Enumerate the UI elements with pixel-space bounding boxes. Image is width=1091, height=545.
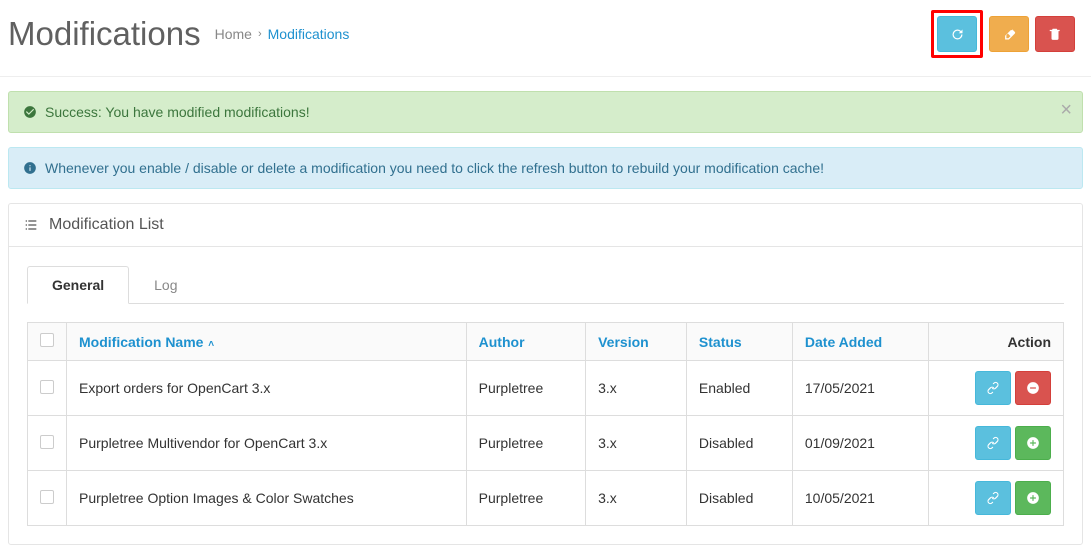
- row-status: Disabled: [686, 416, 792, 471]
- tabs: General Log: [27, 265, 1064, 304]
- info-circle-icon: [23, 161, 37, 175]
- sort-author[interactable]: Author: [479, 334, 525, 350]
- breadcrumb-current[interactable]: Modifications: [268, 26, 350, 42]
- header-status: Status: [686, 323, 792, 361]
- breadcrumb: Home › Modifications: [215, 26, 350, 42]
- modifications-table: Modification Name ˄ Author Version Statu…: [27, 322, 1064, 526]
- alert-info: Whenever you enable / disable or delete …: [8, 147, 1083, 189]
- row-version: 3.x: [586, 471, 687, 526]
- modification-panel: Modification List General Log Modificati…: [8, 203, 1083, 545]
- header-date: Date Added: [792, 323, 928, 361]
- disable-button[interactable]: [1015, 371, 1051, 405]
- row-checkbox-cell: [28, 471, 67, 526]
- panel-heading: Modification List: [9, 204, 1082, 247]
- table-row: Purpletree Multivendor for OpenCart 3.xP…: [28, 416, 1064, 471]
- row-version: 3.x: [586, 361, 687, 416]
- trash-icon: [1048, 27, 1062, 41]
- tab-general[interactable]: General: [27, 266, 129, 304]
- header-checkbox-col: [28, 323, 67, 361]
- row-name: Purpletree Option Images & Color Swatche…: [67, 471, 467, 526]
- row-date: 10/05/2021: [792, 471, 928, 526]
- row-checkbox[interactable]: [40, 490, 54, 504]
- enable-button[interactable]: [1015, 426, 1051, 460]
- tab-log[interactable]: Log: [129, 266, 202, 304]
- row-name: Purpletree Multivendor for OpenCart 3.x: [67, 416, 467, 471]
- header-version: Version: [586, 323, 687, 361]
- row-action: [929, 416, 1064, 471]
- sort-date[interactable]: Date Added: [805, 334, 882, 350]
- page-header: Modifications Home › Modifications: [0, 0, 1091, 77]
- eraser-icon: [1002, 27, 1017, 42]
- row-date: 01/09/2021: [792, 416, 928, 471]
- link-button[interactable]: [975, 371, 1011, 405]
- sort-name[interactable]: Modification Name ˄: [79, 334, 214, 350]
- plus-circle-icon: [1026, 491, 1040, 505]
- sort-version[interactable]: Version: [598, 334, 649, 350]
- link-icon: [986, 436, 1000, 450]
- breadcrumb-separator: ›: [258, 28, 262, 40]
- plus-circle-icon: [1026, 436, 1040, 450]
- minus-circle-icon: [1026, 381, 1040, 395]
- panel-body: General Log Modification Name ˄ Author V…: [9, 247, 1082, 544]
- table-row: Export orders for OpenCart 3.xPurpletree…: [28, 361, 1064, 416]
- row-status: Disabled: [686, 471, 792, 526]
- clear-button[interactable]: [989, 16, 1029, 52]
- alert-close-button[interactable]: ×: [1060, 100, 1072, 120]
- row-date: 17/05/2021: [792, 361, 928, 416]
- table-row: Purpletree Option Images & Color Swatche…: [28, 471, 1064, 526]
- alert-info-text: Whenever you enable / disable or delete …: [45, 160, 824, 176]
- caret-up-icon: ˄: [205, 339, 214, 350]
- header-action: Action: [929, 323, 1064, 361]
- breadcrumb-home[interactable]: Home: [215, 26, 252, 42]
- delete-button[interactable]: [1035, 16, 1075, 52]
- link-button[interactable]: [975, 426, 1011, 460]
- row-checkbox[interactable]: [40, 435, 54, 449]
- page-title: Modifications: [8, 15, 201, 53]
- select-all-checkbox[interactable]: [40, 333, 54, 347]
- alert-success: Success: You have modified modifications…: [8, 91, 1083, 133]
- row-status: Enabled: [686, 361, 792, 416]
- refresh-icon: [950, 27, 965, 42]
- link-icon: [986, 491, 1000, 505]
- row-checkbox[interactable]: [40, 380, 54, 394]
- panel-heading-text: Modification List: [49, 216, 164, 234]
- row-version: 3.x: [586, 416, 687, 471]
- header-author: Author: [466, 323, 585, 361]
- row-name: Export orders for OpenCart 3.x: [67, 361, 467, 416]
- link-icon: [986, 381, 1000, 395]
- check-circle-icon: [23, 105, 37, 119]
- row-author: Purpletree: [466, 471, 585, 526]
- alert-success-text: Success: You have modified modifications…: [45, 104, 310, 120]
- table-header-row: Modification Name ˄ Author Version Statu…: [28, 323, 1064, 361]
- row-action: [929, 361, 1064, 416]
- refresh-button[interactable]: [937, 16, 977, 52]
- header-actions: [931, 10, 1083, 58]
- row-author: Purpletree: [466, 416, 585, 471]
- list-icon: [23, 217, 39, 233]
- link-button[interactable]: [975, 481, 1011, 515]
- row-author: Purpletree: [466, 361, 585, 416]
- header-name: Modification Name ˄: [67, 323, 467, 361]
- enable-button[interactable]: [1015, 481, 1051, 515]
- refresh-highlight: [931, 10, 983, 58]
- row-checkbox-cell: [28, 361, 67, 416]
- sort-status[interactable]: Status: [699, 334, 742, 350]
- row-action: [929, 471, 1064, 526]
- row-checkbox-cell: [28, 416, 67, 471]
